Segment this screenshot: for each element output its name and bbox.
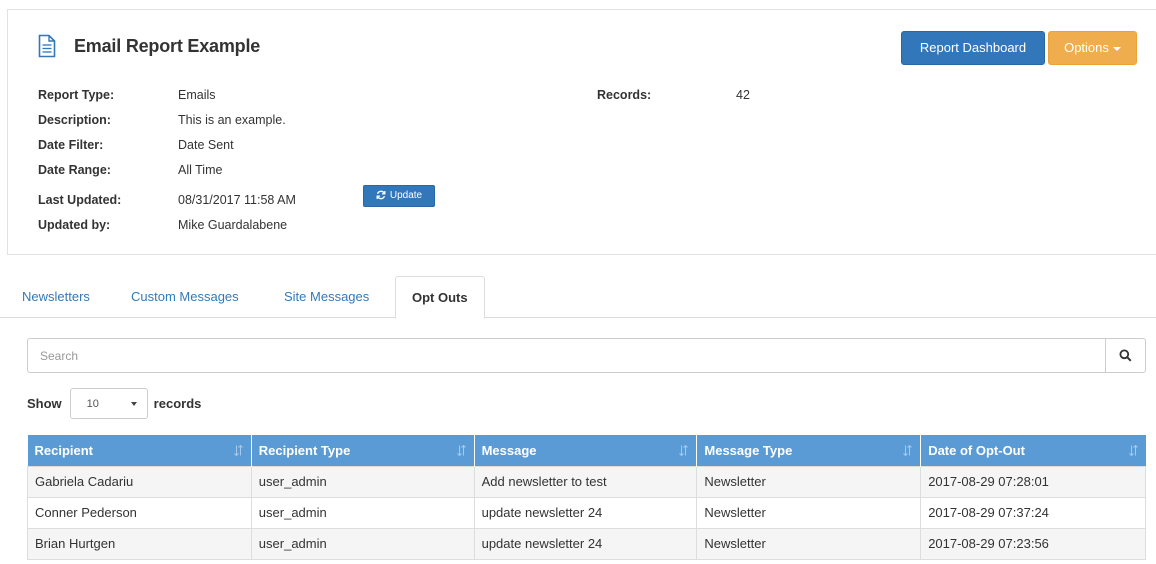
date-filter-value: Date Sent xyxy=(178,138,234,152)
options-button[interactable]: Options xyxy=(1048,31,1137,65)
report-summary-panel: Email Report Example Report Dashboard Op… xyxy=(7,9,1156,255)
page-length-control: Show 10 records xyxy=(27,388,201,419)
date-filter-label: Date Filter: xyxy=(38,138,104,152)
report-type-value: Emails xyxy=(178,88,216,102)
opt-out-date-cell: 2017-08-29 07:37:24 xyxy=(920,496,1146,529)
message-cell: update newsletter 24 xyxy=(473,496,698,529)
column-header-message-type[interactable]: Message Type xyxy=(696,435,922,466)
search-button[interactable] xyxy=(1105,339,1145,372)
updated-by-label: Updated by: xyxy=(38,218,111,232)
update-button[interactable]: Update xyxy=(363,185,435,207)
message-cell: Add newsletter to test xyxy=(473,465,698,498)
message-type-cell: Newsletter xyxy=(696,465,922,498)
search-input[interactable] xyxy=(28,339,1105,372)
column-header-recipient[interactable]: Recipient xyxy=(27,435,252,466)
tab-newsletters[interactable]: Newsletters xyxy=(22,276,90,318)
tab-custom-messages[interactable]: Custom Messages xyxy=(131,276,239,318)
refresh-icon xyxy=(376,190,386,200)
message-cell: update newsletter 24 xyxy=(473,527,698,560)
tab-site-messages[interactable]: Site Messages xyxy=(284,276,369,318)
sort-icon xyxy=(456,445,466,456)
report-type-label: Report Type: xyxy=(38,88,115,102)
search-bar xyxy=(27,338,1146,373)
report-dashboard-label: Report Dashboard xyxy=(919,40,1027,55)
opt-outs-table: Recipient Recipient Type Message Message… xyxy=(27,435,1146,560)
table-row: Conner Pederson user_admin update newsle… xyxy=(27,496,1146,529)
update-label: Update xyxy=(389,190,423,201)
recipient-type-cell: user_admin xyxy=(250,465,475,498)
column-header-label: Date of Opt-Out xyxy=(928,442,1025,458)
page-length-select[interactable]: 10 xyxy=(69,388,148,419)
column-header-label: Recipient xyxy=(34,442,94,458)
message-type-cell: Newsletter xyxy=(696,527,922,560)
report-dashboard-button[interactable]: Report Dashboard xyxy=(901,31,1045,65)
column-header-message[interactable]: Message xyxy=(474,435,698,466)
table-header-row: Recipient Recipient Type Message Message… xyxy=(27,435,1146,466)
sort-icon xyxy=(679,445,689,456)
show-label: Show xyxy=(27,396,62,411)
column-header-label: Message Type xyxy=(704,442,793,458)
date-range-value: All Time xyxy=(178,163,223,177)
date-range-label: Date Range: xyxy=(38,163,111,177)
description-value: This is an example. xyxy=(178,113,286,127)
caret-down-icon xyxy=(1112,46,1121,51)
column-header-label: Message xyxy=(481,442,537,458)
recipient-type-cell: user_admin xyxy=(250,527,475,560)
recipient-cell: Brian Hurtgen xyxy=(27,527,252,560)
records-value: 42 xyxy=(736,88,750,102)
column-header-date-of-opt-out[interactable]: Date of Opt-Out xyxy=(920,435,1146,466)
page-length-value: 10 xyxy=(86,397,99,410)
message-type-cell: Newsletter xyxy=(696,496,922,529)
recipient-cell: Gabriela Cadariu xyxy=(27,465,252,498)
report-tabs: Newsletters Custom Messages Site Message… xyxy=(0,276,1156,319)
description-label: Description: xyxy=(38,113,111,127)
sort-icon xyxy=(903,445,913,456)
last-updated-value: 08/31/2017 11:58 AM xyxy=(178,193,296,207)
last-updated-label: Last Updated: xyxy=(38,193,122,207)
chevron-down-icon xyxy=(130,401,137,406)
opt-out-date-cell: 2017-08-29 07:28:01 xyxy=(920,465,1146,498)
document-icon xyxy=(38,34,56,58)
options-label: Options xyxy=(1064,40,1109,55)
table-row: Gabriela Cadariu user_admin Add newslett… xyxy=(27,465,1146,498)
column-header-label: Recipient Type xyxy=(258,442,351,458)
records-label: Records: xyxy=(597,88,652,102)
search-icon xyxy=(1119,349,1132,362)
opt-out-date-cell: 2017-08-29 07:23:56 xyxy=(920,527,1146,560)
column-header-recipient-type[interactable]: Recipient Type xyxy=(251,435,475,466)
recipient-cell: Conner Pederson xyxy=(27,496,252,529)
page-title: Email Report Example xyxy=(74,35,261,56)
records-suffix-label: records xyxy=(153,396,202,411)
table-row: Brian Hurtgen user_admin update newslett… xyxy=(27,527,1146,560)
tab-opt-outs[interactable]: Opt Outs xyxy=(395,276,485,319)
recipient-type-cell: user_admin xyxy=(250,496,475,529)
report-header: Email Report Example xyxy=(38,34,260,58)
updated-by-value: Mike Guardalabene xyxy=(178,218,288,232)
sort-icon xyxy=(1128,445,1138,456)
sort-icon xyxy=(233,445,243,456)
